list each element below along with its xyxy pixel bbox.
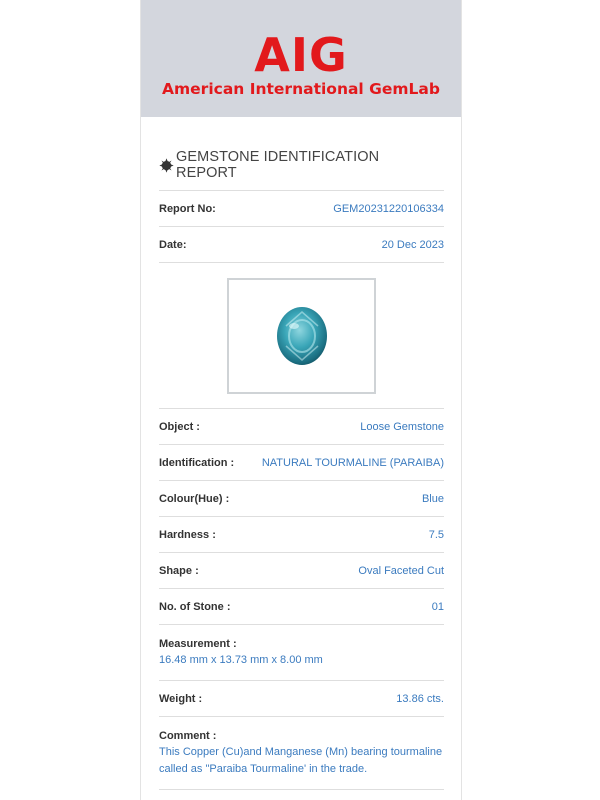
- lab-name: American International GemLab: [162, 80, 440, 98]
- report-heading: GEMSTONE IDENTIFICATION REPORT: [159, 140, 444, 191]
- report-content: GEMSTONE IDENTIFICATION REPORT Report No…: [141, 140, 461, 790]
- shape-label: Shape :: [159, 564, 199, 577]
- hardness-label: Hardness :: [159, 528, 216, 541]
- identification-row: Identification : NATURAL TOURMALINE (PAR…: [159, 445, 444, 481]
- measurement-label: Measurement :: [159, 638, 237, 650]
- report-no-row: Report No: GEM20231220106334: [159, 191, 444, 227]
- object-row: Object : Loose Gemstone: [159, 409, 444, 445]
- date-value: 20 Dec 2023: [381, 238, 444, 251]
- measurement-block: Measurement : 16.48 mm x 13.73 mm x 8.00…: [159, 625, 444, 681]
- comment-value: This Copper (Cu)and Manganese (Mn) beari…: [159, 746, 443, 775]
- date-label: Date:: [159, 238, 187, 251]
- gem-image: [276, 306, 327, 365]
- identification-label: Identification :: [159, 456, 235, 469]
- weight-value: 13.86 cts.: [396, 692, 444, 705]
- stones-value: 01: [431, 600, 444, 613]
- object-value: Loose Gemstone: [360, 420, 444, 433]
- measurement-value: 16.48 mm x 13.73 mm x 8.00 mm: [159, 654, 323, 666]
- gem-photo-row: [159, 263, 444, 409]
- gem-photo-frame: [227, 277, 376, 394]
- comment-label: Comment :: [159, 730, 217, 742]
- hardness-value: 7.5: [428, 528, 444, 541]
- weight-label: Weight :: [159, 692, 203, 705]
- report-title: GEMSTONE IDENTIFICATION REPORT: [176, 149, 380, 181]
- gear-badge-icon: [159, 157, 174, 173]
- colour-row: Colour(Hue) : Blue: [159, 481, 444, 517]
- weight-row: Weight : 13.86 cts.: [159, 681, 444, 717]
- identification-value: NATURAL TOURMALINE (PARAIBA): [261, 456, 444, 469]
- comment-block: Comment : This Copper (Cu)and Manganese …: [159, 717, 444, 790]
- header-banner: AIG American International GemLab: [141, 0, 461, 117]
- object-label: Object :: [159, 420, 200, 433]
- colour-value: Blue: [421, 492, 444, 505]
- aig-logo: AIG: [254, 28, 348, 82]
- date-row: Date: 20 Dec 2023: [159, 227, 444, 263]
- report-no-label: Report No:: [159, 202, 216, 215]
- colour-label: Colour(Hue) :: [159, 492, 230, 505]
- report-page: AIG American International GemLab GEMSTO…: [140, 0, 462, 800]
- stones-row: No. of Stone : 01: [159, 589, 444, 625]
- stones-label: No. of Stone :: [159, 600, 231, 613]
- hardness-row: Hardness : 7.5: [159, 517, 444, 553]
- shape-row: Shape : Oval Faceted Cut: [159, 553, 444, 589]
- shape-value: Oval Faceted Cut: [358, 564, 444, 577]
- report-no-value: GEM20231220106334: [333, 202, 444, 215]
